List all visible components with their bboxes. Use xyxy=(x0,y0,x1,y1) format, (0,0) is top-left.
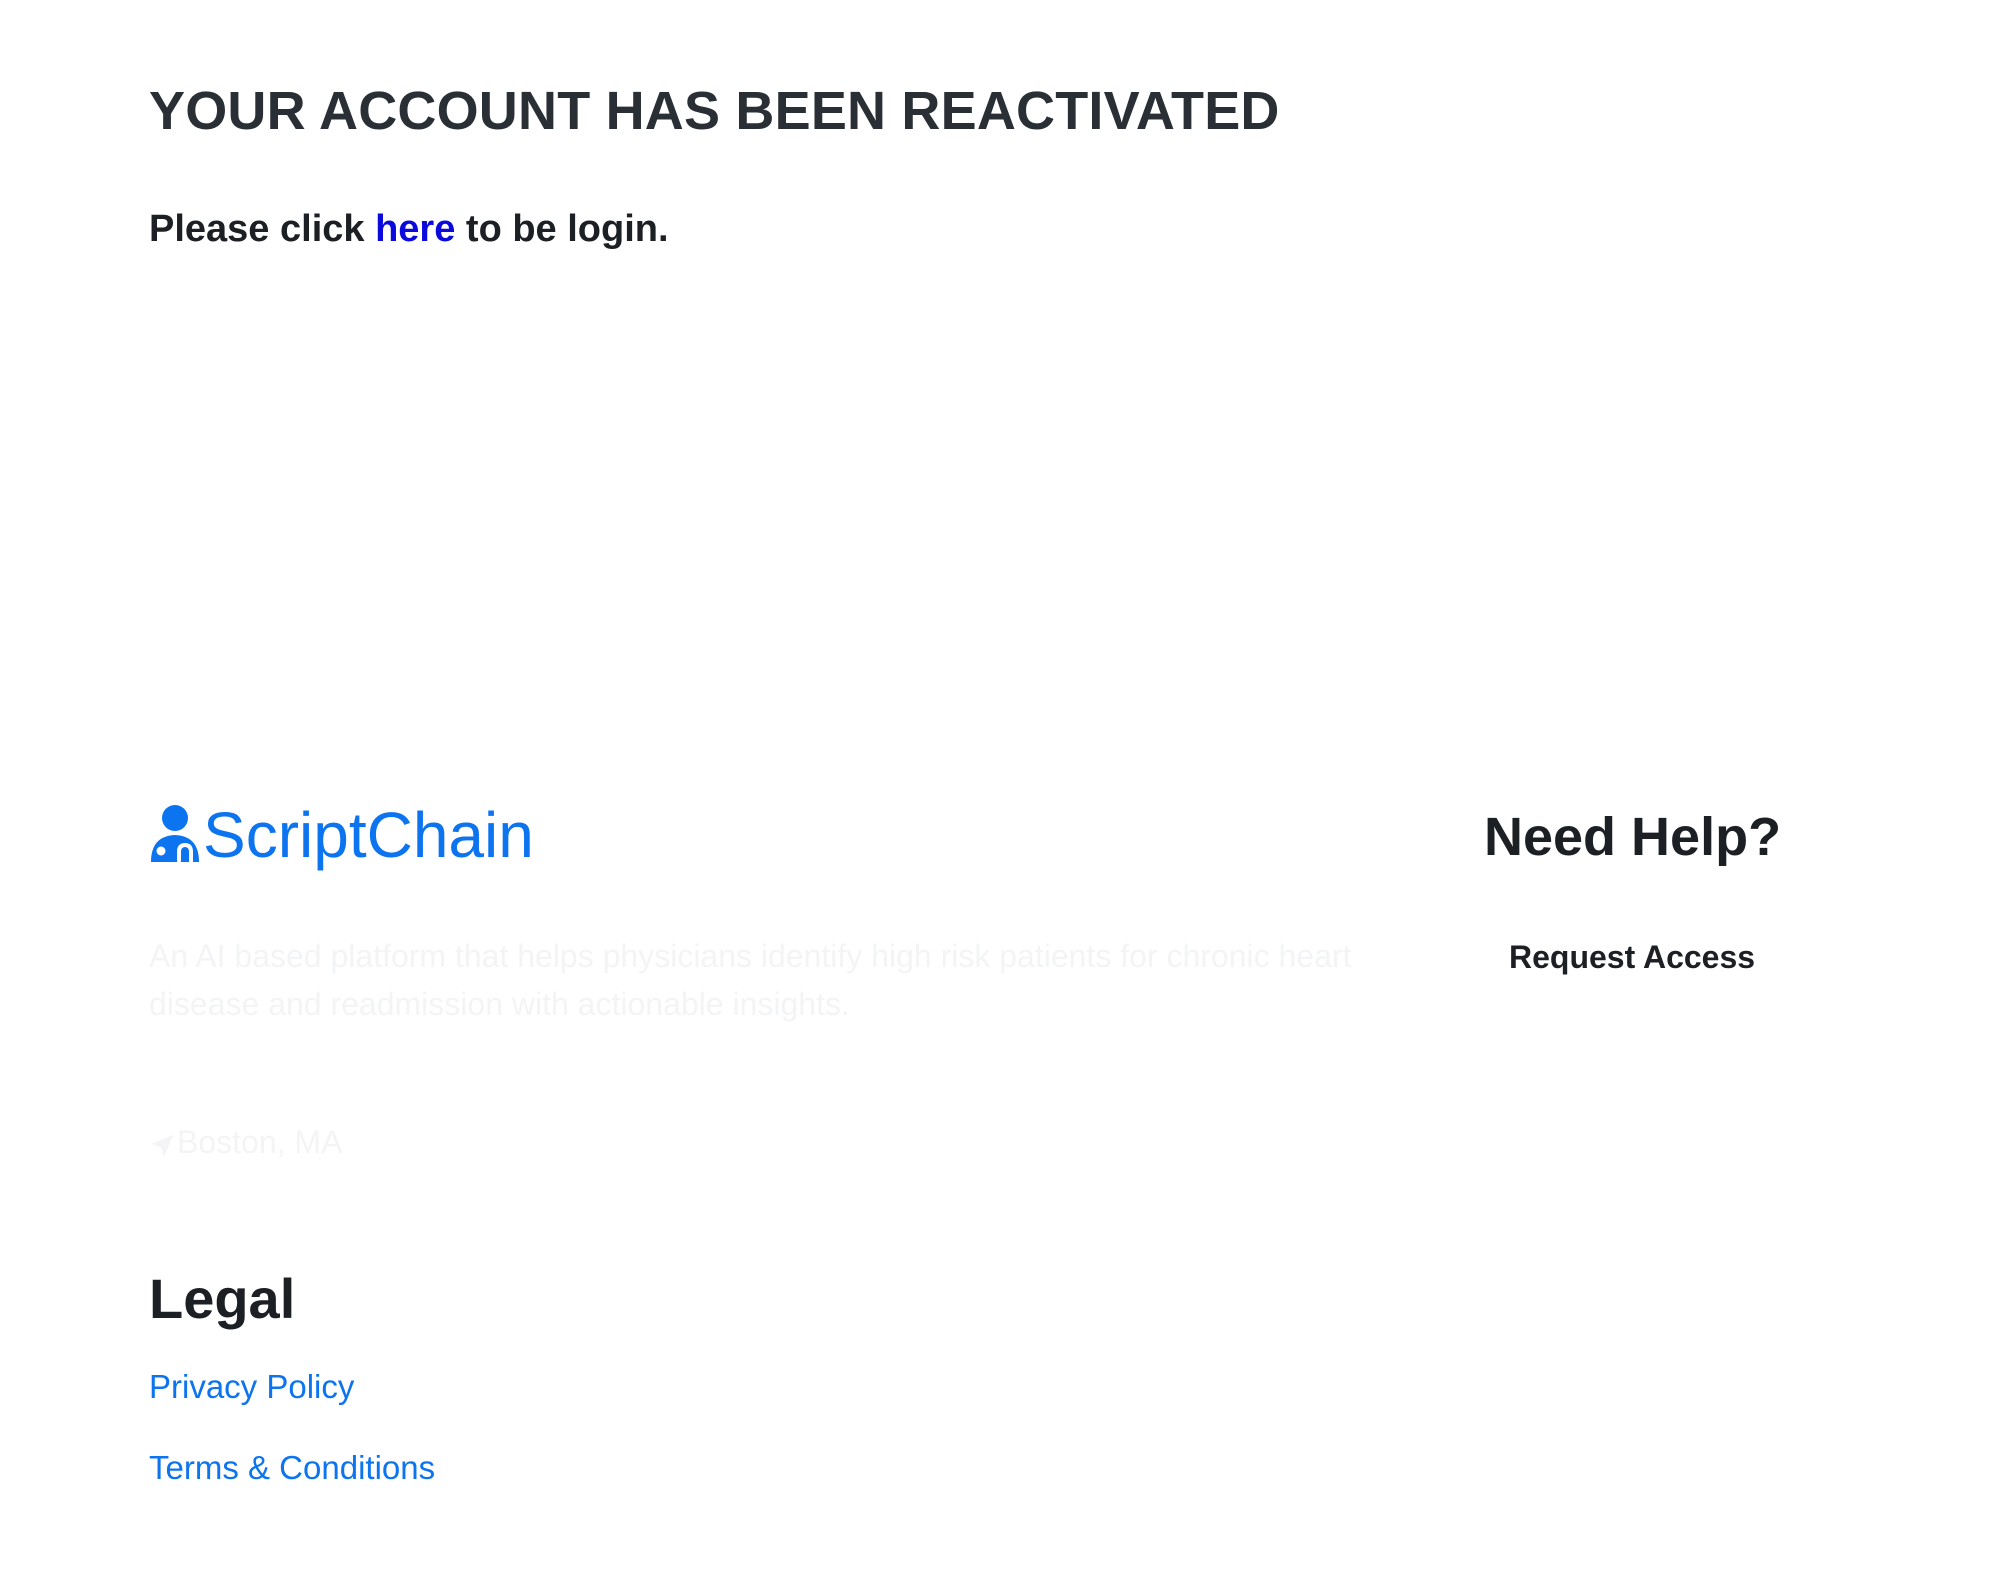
login-link[interactable]: here xyxy=(375,208,455,250)
login-instruction: Please click here to be login. xyxy=(149,208,669,251)
page-title: YOUR ACCOUNT HAS BEEN REACTIVATED xyxy=(149,81,1280,141)
doctor-icon xyxy=(149,804,201,866)
instruction-text-before: Please click xyxy=(149,208,376,250)
location: Boston, MA xyxy=(149,1124,342,1161)
brand-logo[interactable]: ScriptChain xyxy=(149,803,534,867)
instruction-text-after: to be login. xyxy=(455,208,669,250)
brand-name: ScriptChain xyxy=(203,799,534,871)
need-help-heading: Need Help? xyxy=(1484,807,1782,867)
page: YOUR ACCOUNT HAS BEEN REACTIVATED Please… xyxy=(0,0,1996,1574)
brand-tagline: An AI based platform that helps physicia… xyxy=(149,938,1352,1022)
location-arrow-icon xyxy=(149,1130,175,1157)
request-access-link[interactable]: Request Access xyxy=(1509,939,1755,976)
privacy-policy-link[interactable]: Privacy Policy xyxy=(149,1368,354,1406)
terms-conditions-link[interactable]: Terms & Conditions xyxy=(149,1449,435,1487)
legal-heading: Legal xyxy=(149,1267,296,1330)
location-text: Boston, MA xyxy=(177,1124,343,1160)
